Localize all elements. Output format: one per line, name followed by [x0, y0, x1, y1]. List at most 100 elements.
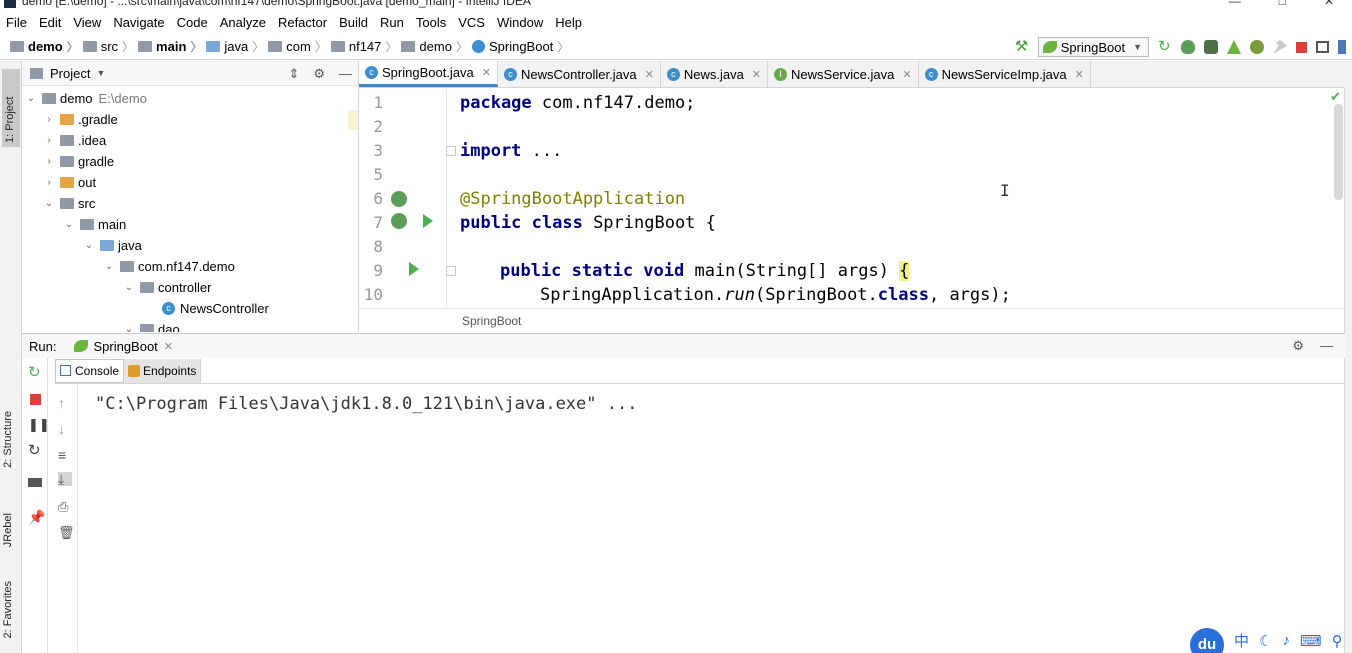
expand-arrow-icon[interactable]: ⌄ — [124, 324, 134, 332]
chevron-right-icon[interactable]: › — [44, 156, 54, 167]
crumb-main[interactable]: main 〉 — [138, 38, 202, 55]
menu-vcs[interactable]: VCS — [458, 15, 485, 30]
spring-bean-icon[interactable] — [391, 191, 407, 207]
editor-breadcrumb[interactable]: SpringBoot — [359, 308, 1345, 332]
tab-endpoints[interactable]: Endpoints — [124, 358, 202, 383]
run-gutter-icon[interactable] — [423, 214, 433, 228]
tree-item-dao[interactable]: ⌄ dao — [22, 319, 358, 332]
search-icon[interactable]: ⚲ — [1332, 632, 1343, 650]
hammer-icon[interactable] — [1273, 40, 1287, 54]
expand-arrow-icon[interactable]: ⌄ — [26, 93, 36, 104]
tree-item-java[interactable]: ⌄ java — [22, 235, 358, 256]
jrebel-debug-icon[interactable] — [1250, 40, 1264, 54]
tab-structure[interactable]: 2: Structure — [2, 411, 14, 468]
arrow-down-icon[interactable]: ↓ — [58, 422, 72, 436]
maximize-icon[interactable]: □ — [1279, 0, 1286, 8]
tree-item-src[interactable]: ⌄ src — [22, 193, 358, 214]
keyboard-icon[interactable]: ⌨ — [1300, 632, 1322, 650]
chevron-right-icon[interactable]: › — [44, 114, 54, 125]
menu-edit[interactable]: Edit — [39, 15, 61, 30]
editor-scrollbar[interactable] — [1334, 104, 1343, 200]
tree-item-gradle-hidden[interactable]: › .gradle — [22, 109, 358, 130]
baidu-logo[interactable]: du — [1190, 627, 1224, 653]
rerun-icon[interactable]: ↻ — [1158, 39, 1172, 54]
pin-icon[interactable]: 📌 — [28, 510, 45, 524]
expand-arrow-icon[interactable]: ⌄ — [64, 219, 74, 230]
scroll-to-end-icon[interactable]: ⤓ — [58, 472, 72, 486]
tree-item-package[interactable]: ⌄ com.nf147.demo — [22, 256, 358, 277]
close-icon[interactable]: ✕ — [902, 68, 911, 81]
menu-run[interactable]: Run — [380, 15, 404, 30]
gear-icon[interactable]: ⚙ — [313, 66, 325, 82]
ime-indicator[interactable]: 中 — [1234, 630, 1249, 651]
chevron-down-icon[interactable]: ▼ — [96, 68, 105, 78]
window-controls[interactable]: — □ ✕ — [1229, 0, 1352, 8]
menu-window[interactable]: Window — [497, 15, 543, 30]
tab-newsserviceimp-java[interactable]: c NewsServiceImp.java ✕ — [919, 61, 1091, 87]
close-icon[interactable]: ✕ — [1324, 0, 1334, 8]
run-tab-springboot[interactable]: SpringBoot — [93, 339, 157, 354]
tab-newscontroller-java[interactable]: c NewsController.java ✕ — [498, 61, 661, 87]
mic-icon[interactable]: ♪ — [1282, 632, 1290, 649]
project-view-select[interactable]: Project — [50, 66, 90, 81]
crumb-nf147[interactable]: nf147 〉 — [330, 38, 397, 55]
crumb-com[interactable]: com 〉 — [268, 38, 327, 55]
chevron-right-icon[interactable]: › — [44, 135, 54, 146]
hide-icon[interactable]: — — [339, 66, 352, 82]
expand-arrow-icon[interactable]: ⌄ — [84, 240, 94, 251]
gear-icon[interactable]: ⚙ — [1292, 338, 1304, 354]
menu-view[interactable]: View — [73, 15, 101, 30]
coverage-icon[interactable] — [1204, 40, 1218, 54]
jrebel-run-icon[interactable] — [1227, 40, 1241, 54]
close-icon[interactable]: ✕ — [752, 68, 761, 81]
run-configuration-select[interactable]: SpringBoot ▼ — [1037, 37, 1149, 57]
console-output[interactable]: "C:\Program Files\Java\jdk1.8.0_121\bin\… — [80, 384, 1345, 653]
chevron-right-icon[interactable]: › — [44, 177, 54, 188]
collapse-icon[interactable]: ⇕ — [288, 66, 299, 82]
tree-item-newscontroller[interactable]: c NewsController — [22, 298, 358, 319]
close-icon[interactable]: ✕ — [482, 66, 491, 79]
tab-favorites[interactable]: 2: Favorites — [2, 581, 14, 638]
menu-navigate[interactable]: Navigate — [113, 15, 164, 30]
crumb-demo[interactable]: demo 〉 — [10, 38, 79, 55]
sdk-icon[interactable] — [1338, 40, 1346, 54]
layout-icon[interactable] — [28, 478, 42, 487]
close-icon[interactable]: ✕ — [645, 68, 654, 81]
menu-build[interactable]: Build — [339, 15, 368, 30]
tree-item-idea[interactable]: › .idea — [22, 130, 358, 151]
print-icon[interactable]: ⎙ — [58, 500, 72, 514]
menu-tools[interactable]: Tools — [416, 15, 446, 30]
crumb-src[interactable]: src 〉 — [82, 38, 134, 55]
menu-code[interactable]: Code — [177, 15, 208, 30]
expand-arrow-icon[interactable]: ⌄ — [104, 261, 114, 272]
tree-item-out[interactable]: › out — [22, 172, 358, 193]
fold-icon[interactable] — [446, 146, 456, 156]
expand-arrow-icon[interactable]: ⌄ — [44, 198, 54, 209]
pause-icon[interactable]: ❚❚ — [28, 418, 50, 432]
tab-newsservice-java[interactable]: I NewsService.java ✕ — [768, 61, 919, 87]
close-icon[interactable]: ✕ — [1075, 68, 1084, 81]
run-gutter-icon[interactable] — [409, 262, 419, 276]
crumb-java[interactable]: java 〉 — [206, 38, 264, 55]
menu-file[interactable]: File — [6, 15, 27, 30]
rerun-icon[interactable]: ↻ — [28, 365, 42, 380]
trash-icon[interactable]: 🗑 — [58, 526, 75, 540]
fold-icon[interactable] — [446, 266, 456, 276]
minimize-icon[interactable]: — — [1229, 0, 1241, 8]
stop-icon[interactable] — [30, 394, 41, 405]
crumb-demo-package[interactable]: demo 〉 — [401, 38, 468, 55]
close-icon[interactable]: ✕ — [164, 340, 173, 353]
debug-icon[interactable] — [1181, 40, 1195, 54]
tree-item-gradle[interactable]: › gradle — [22, 151, 358, 172]
hide-icon[interactable]: — — [1320, 338, 1333, 354]
tab-springboot-java[interactable]: c SpringBoot.java ✕ — [359, 61, 498, 87]
menu-analyze[interactable]: Analyze — [220, 15, 266, 30]
expand-arrow-icon[interactable]: ⌄ — [124, 282, 134, 293]
moon-icon[interactable]: ☾ — [1259, 632, 1272, 650]
soft-wrap-icon[interactable]: ≡ — [58, 448, 72, 462]
tab-jrebel[interactable]: JRebel — [2, 513, 14, 547]
restore-icon[interactable]: ↻ — [28, 443, 42, 458]
crumb-springboot[interactable]: SpringBoot 〉 — [471, 38, 569, 55]
stop-icon[interactable] — [1296, 41, 1307, 53]
arrow-up-icon[interactable]: ↑ — [58, 396, 72, 410]
